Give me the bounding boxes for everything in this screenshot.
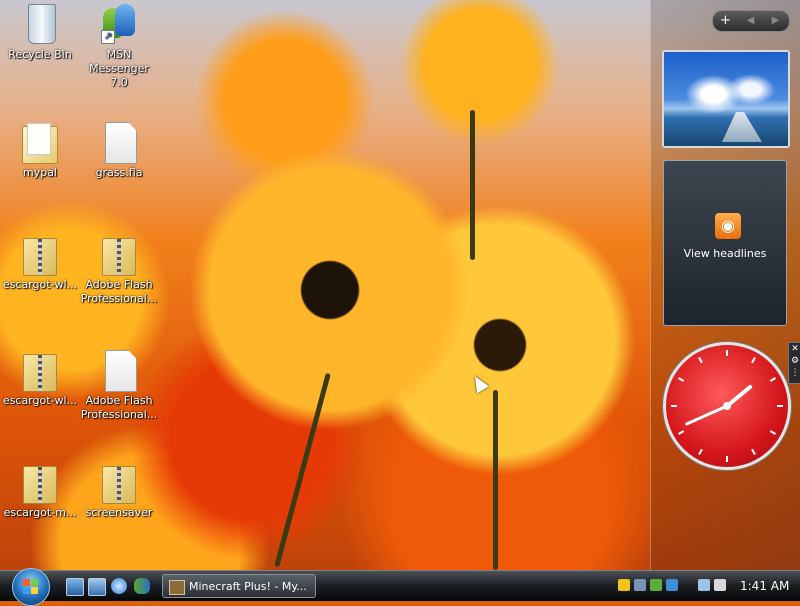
gadget-tools[interactable]: ✕ ⚙ ⋮ xyxy=(788,342,800,384)
clock-tick xyxy=(678,430,685,435)
desktop-icon-grass-fla[interactable]: grass.fla xyxy=(79,120,159,180)
slideshow-gadget[interactable] xyxy=(662,50,790,148)
clock-tick xyxy=(751,448,756,455)
clock-tick xyxy=(769,377,776,382)
desktop-icon-escargot-3[interactable]: escargot-m... xyxy=(0,460,80,520)
notification-area: 1:41 AM xyxy=(612,575,792,597)
safely-remove-icon[interactable] xyxy=(650,579,662,591)
recycle-bin-icon xyxy=(20,2,60,46)
security-shield-icon[interactable] xyxy=(618,579,630,591)
desktop-icon-escargot-1[interactable]: escargot-wl... xyxy=(0,232,80,292)
desktop-icon-label: mypal xyxy=(22,166,57,179)
previous-page-button[interactable]: ◀ xyxy=(738,12,763,30)
desktop-icon-label: escargot-wl... xyxy=(2,278,78,291)
desktop-icon-label: Recycle Bin xyxy=(8,48,72,61)
update-icon[interactable] xyxy=(666,579,678,591)
windows-logo-icon xyxy=(23,579,30,586)
desktop-icon-escargot-2[interactable]: escargot-wl... xyxy=(0,348,80,408)
rss-icon: ◉ xyxy=(715,213,741,239)
taskbar-button-label: Minecraft Plus! - My... xyxy=(189,580,307,593)
desktop-icon-adobe-flash-1[interactable]: Adobe Flash Professional... xyxy=(79,232,159,306)
view-headlines-link[interactable]: View headlines xyxy=(664,247,786,260)
switch-windows-icon[interactable] xyxy=(88,578,106,596)
file-icon xyxy=(99,348,139,392)
folder-icon xyxy=(20,120,60,164)
file-icon xyxy=(99,120,139,164)
add-gadget-button[interactable]: + xyxy=(713,12,738,30)
msn-messenger-icon: ↗ xyxy=(99,2,139,46)
start-button[interactable] xyxy=(12,568,50,606)
taskbar-button-minecraft[interactable]: Minecraft Plus! - My... xyxy=(162,574,316,598)
volume-muted-icon[interactable] xyxy=(714,579,726,591)
desktop-icon-adobe-flash-2[interactable]: Adobe Flash Professional... xyxy=(79,348,159,422)
sidebar-controls: + ◀ ▶ xyxy=(712,10,790,32)
clock-face xyxy=(671,350,783,462)
clock-gadget[interactable] xyxy=(663,342,791,470)
desktop-icon-label: Adobe Flash Professional... xyxy=(80,394,158,421)
clock-tick xyxy=(769,430,776,435)
desktop-icon-label: grass.fla xyxy=(95,166,143,179)
msn-messenger-quicklaunch-icon[interactable] xyxy=(134,578,150,594)
desktop-icon-recycle-bin[interactable]: Recycle Bin xyxy=(0,2,80,62)
zip-folder-icon xyxy=(20,460,60,504)
minute-hand xyxy=(685,404,729,426)
desktop-icon-label: screensaver xyxy=(85,506,153,519)
network-icon[interactable] xyxy=(634,579,646,591)
zip-folder-icon xyxy=(20,232,60,276)
desktop-icon-label: escargot-wl... xyxy=(2,394,78,407)
clock-tick xyxy=(698,448,703,455)
slideshow-image xyxy=(664,52,788,146)
zip-folder-icon xyxy=(99,460,139,504)
next-page-button[interactable]: ▶ xyxy=(763,12,788,30)
show-desktop-icon[interactable] xyxy=(66,578,84,596)
clock-tick xyxy=(751,357,756,364)
minecraft-app-icon xyxy=(169,580,185,595)
feed-headlines-gadget[interactable]: ◉ View headlines xyxy=(663,160,787,326)
drag-handle-icon[interactable]: ⋮ xyxy=(789,367,800,379)
desktop-icon-msn-messenger[interactable]: ↗ MSN Messenger 7.0 xyxy=(79,2,159,90)
desktop-icon-screensaver[interactable]: screensaver xyxy=(79,460,159,520)
clock-tick xyxy=(678,377,685,382)
hour-hand xyxy=(725,384,753,408)
clock-tick xyxy=(698,357,703,364)
close-icon[interactable]: ✕ xyxy=(789,343,800,355)
zip-folder-icon xyxy=(20,348,60,392)
desktop-icon-mypal[interactable]: mypal xyxy=(0,120,80,180)
desktop-icon-label: Adobe Flash Professional... xyxy=(80,278,158,305)
taskbar-clock[interactable]: 1:41 AM xyxy=(740,575,789,597)
monitor-icon[interactable] xyxy=(698,579,710,591)
desktop-icon-label: escargot-m... xyxy=(3,506,77,519)
internet-explorer-icon[interactable] xyxy=(111,578,127,594)
zip-folder-icon xyxy=(99,232,139,276)
wrench-icon[interactable]: ⚙ xyxy=(789,355,800,367)
desktop-icon-label: MSN Messenger 7.0 xyxy=(89,48,149,89)
taskbar: Minecraft Plus! - My... 1:41 AM xyxy=(0,568,800,606)
